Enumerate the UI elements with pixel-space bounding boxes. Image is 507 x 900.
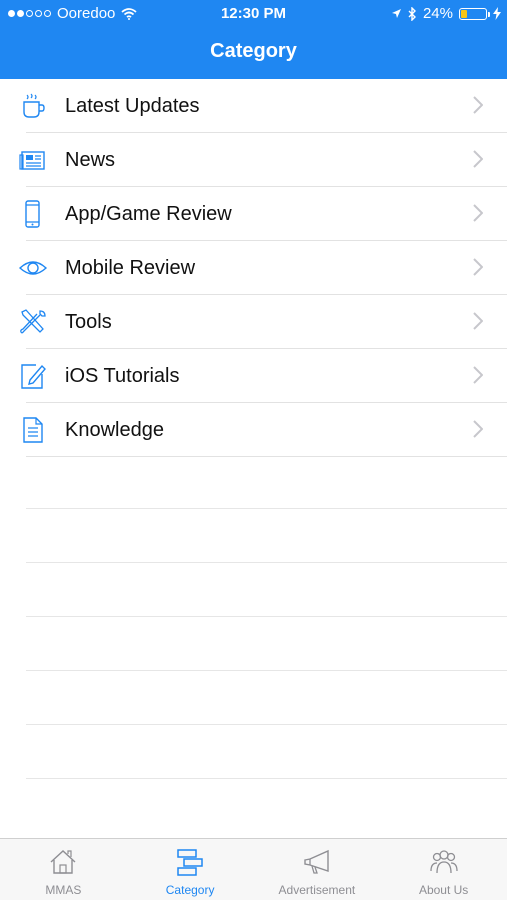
category-icon	[177, 849, 203, 876]
phone-icon	[25, 200, 40, 228]
tab-advertisement[interactable]: Advertisement	[254, 839, 381, 900]
location-arrow-icon	[391, 9, 401, 18]
category-label: Tools	[65, 310, 112, 333]
page-title: Category	[210, 40, 297, 62]
list-separator	[0, 509, 507, 563]
tab-label: Category	[165, 883, 215, 897]
tab-mmas[interactable]: MMAS	[0, 839, 127, 900]
category-row-ios-tutorials[interactable]: iOS Tutorials	[0, 349, 507, 403]
people-icon	[429, 850, 458, 874]
category-list: Latest Updates News App/Game Review Mobi…	[0, 79, 507, 457]
chevron-right-icon	[473, 420, 483, 438]
tab-bar: MMAS Category Advertisement About Us	[0, 838, 507, 900]
empty-list-area	[0, 455, 507, 779]
battery-icon	[459, 7, 490, 20]
category-label: News	[65, 148, 116, 171]
category-row-app-game-review[interactable]: App/Game Review	[0, 187, 507, 241]
category-label: Knowledge	[65, 418, 164, 441]
home-icon	[50, 850, 76, 874]
tools-icon	[20, 309, 46, 334]
coffee-cup-icon	[23, 93, 45, 118]
tab-label: MMAS	[45, 883, 82, 897]
category-label: App/Game Review	[65, 202, 232, 225]
chevron-right-icon	[473, 150, 483, 168]
chevron-right-icon	[473, 366, 483, 384]
list-separator	[0, 671, 507, 725]
list-separator	[0, 725, 507, 779]
category-row-knowledge[interactable]: Knowledge	[0, 403, 507, 457]
tab-label: Advertisement	[278, 883, 356, 897]
battery-level-fill	[461, 9, 467, 18]
tab-label: About Us	[418, 883, 469, 897]
list-separator	[0, 455, 507, 509]
tab-about-us[interactable]: About Us	[380, 839, 507, 900]
chevron-right-icon	[473, 258, 483, 276]
status-bar: Ooredoo 12:30 PM 24%	[0, 0, 507, 28]
category-label: Mobile Review	[65, 256, 196, 279]
bluetooth-icon	[408, 6, 416, 21]
category-row-mobile-review[interactable]: Mobile Review	[0, 241, 507, 295]
edit-note-icon	[21, 364, 46, 389]
chevron-right-icon	[473, 204, 483, 222]
eye-icon	[18, 261, 48, 275]
charging-bolt-icon	[493, 7, 501, 20]
tab-category[interactable]: Category	[127, 839, 254, 900]
list-separator	[0, 563, 507, 617]
category-label: Latest Updates	[65, 94, 200, 117]
navigation-bar: Ooredoo 12:30 PM 24% Category	[0, 0, 507, 79]
newspaper-icon	[19, 151, 45, 170]
chevron-right-icon	[473, 96, 483, 114]
category-label: iOS Tutorials	[65, 364, 180, 387]
category-row-tools[interactable]: Tools	[0, 295, 507, 349]
battery-percent: 24%	[422, 5, 453, 22]
list-separator	[0, 617, 507, 671]
document-icon	[23, 417, 43, 443]
category-row-latest-updates[interactable]: Latest Updates	[0, 79, 507, 133]
chevron-right-icon	[473, 312, 483, 330]
megaphone-icon	[304, 849, 329, 874]
category-row-news[interactable]: News	[0, 133, 507, 187]
